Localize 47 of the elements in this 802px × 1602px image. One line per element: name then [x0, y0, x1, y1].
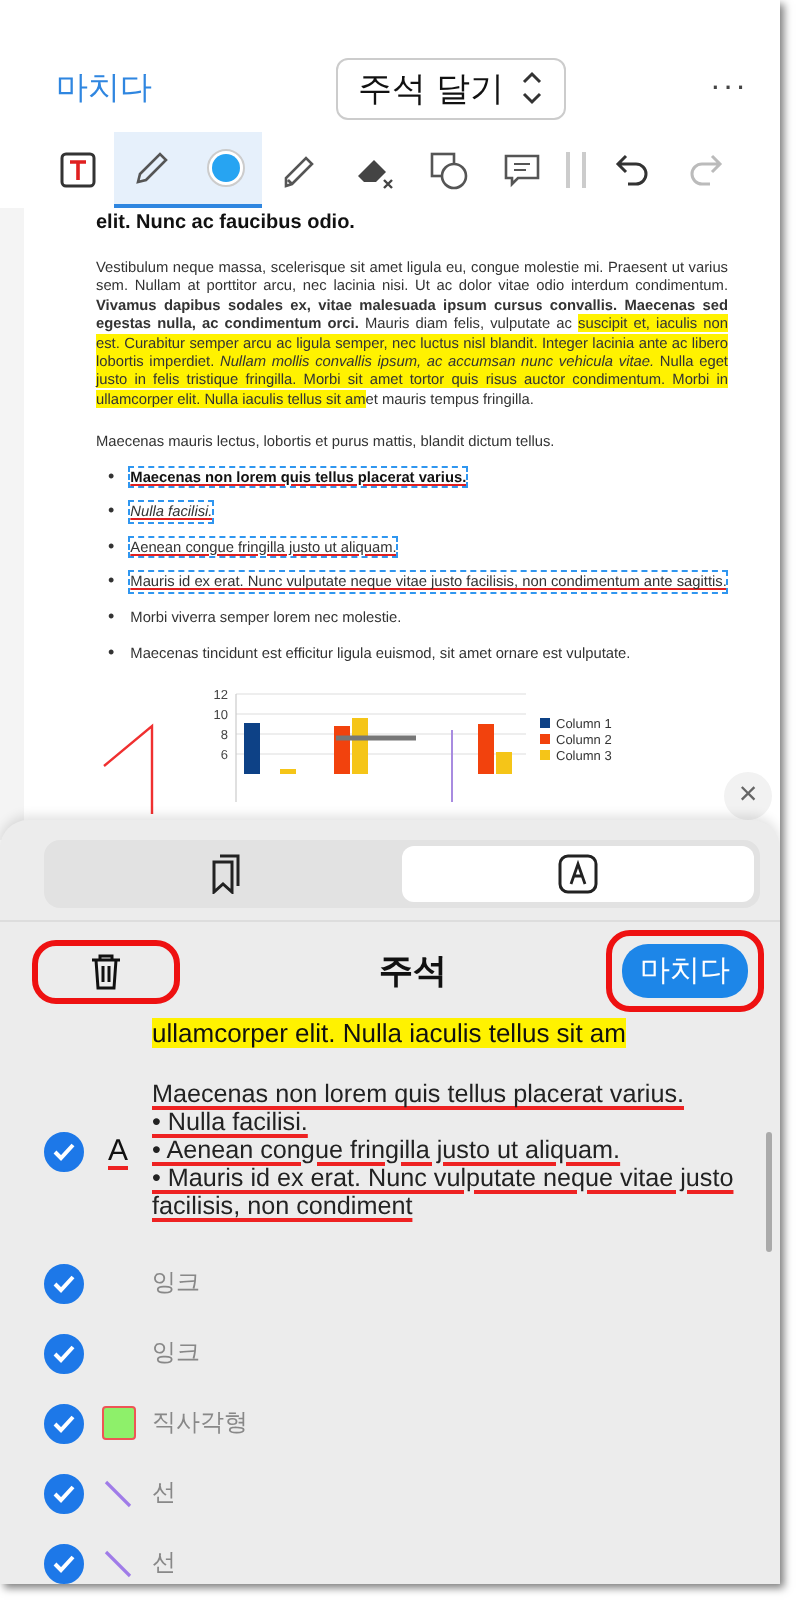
mode-dropdown[interactable]: 주석 달기 — [336, 57, 566, 119]
bullet-marker: • — [108, 608, 115, 628]
done-link[interactable]: 마치다 — [56, 67, 152, 109]
checkbox[interactable] — [44, 1473, 84, 1513]
annotations-tab[interactable] — [402, 846, 754, 902]
bookmarks-icon — [208, 854, 244, 894]
annotation-text-line: Maecenas non lorem quis tellus placerat varius. — [152, 1082, 686, 1111]
text-box-icon — [55, 148, 99, 192]
checkmark-icon — [52, 1273, 76, 1293]
checkmark-icon — [52, 1553, 76, 1573]
annotation-text-line: • Nulla facilisi. — [152, 1110, 310, 1139]
checkbox[interactable] — [44, 1333, 84, 1373]
pencil-tool[interactable] — [114, 132, 188, 208]
trash-icon — [90, 953, 122, 989]
checkmark-icon — [52, 1142, 76, 1162]
color-swatch-button[interactable] — [188, 132, 262, 208]
ink-stroke — [336, 736, 416, 742]
toolbar-separator — [566, 152, 586, 188]
bullet-marker: • — [108, 643, 115, 663]
annotation-label: 선 — [152, 1546, 176, 1580]
checkbox[interactable] — [44, 1403, 84, 1443]
letter-a-icon — [556, 852, 600, 896]
bullet-marker: • — [108, 537, 115, 557]
shapes-icon — [425, 148, 469, 192]
annotation-text-line: • Mauris id ex erat. Nunc vulputate neque vitae justo facilisis, non condiment — [152, 1165, 736, 1222]
annotation-label: 선 — [152, 1476, 176, 1510]
delete-button[interactable] — [32, 939, 180, 1003]
annotation-text: ullamcorper elit. Nulla iaculis tellus sit am — [152, 1018, 626, 1048]
checkbox[interactable] — [44, 1263, 84, 1303]
annotation-label: 잉크 — [152, 1266, 200, 1300]
chevron-up-down-icon — [519, 70, 544, 106]
bullet-marker: • — [108, 572, 115, 593]
document-heading: elit. Nunc ac faucibus odio. — [96, 212, 357, 234]
annotation-label: 직사각형 — [152, 1406, 248, 1440]
ink-stroke — [451, 729, 453, 803]
annotation-text-line: • Aenean congue fringilla justo ut aliquam. — [152, 1138, 623, 1166]
checkbox[interactable] — [44, 1543, 84, 1583]
checkmark-icon — [52, 1413, 76, 1433]
checkmark-icon — [52, 1483, 76, 1503]
checkmark-icon — [52, 1343, 76, 1363]
done-button[interactable]: 마치다 — [622, 944, 748, 998]
bullet-marker: • — [108, 467, 115, 487]
bullet-marker: • — [108, 502, 115, 522]
annotation-label: 잉크 — [152, 1336, 200, 1370]
checkbox[interactable] — [44, 1132, 84, 1172]
more-button[interactable]: ··· — [710, 70, 748, 106]
panel-title: 주석 — [379, 950, 447, 994]
